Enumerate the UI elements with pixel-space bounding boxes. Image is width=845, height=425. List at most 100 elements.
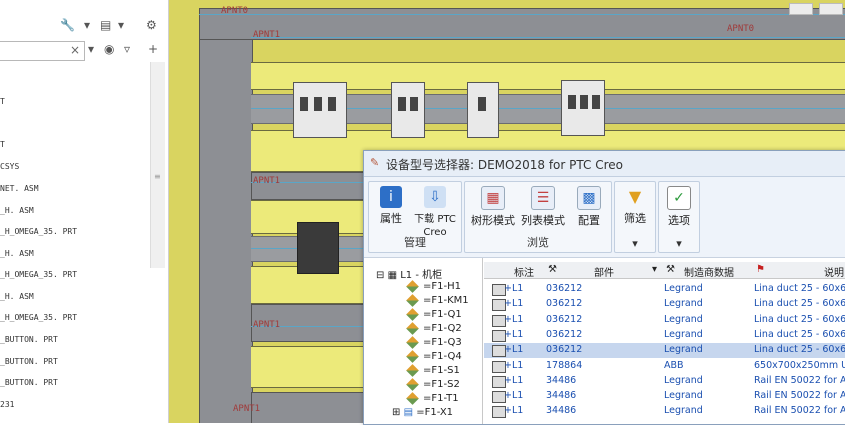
tree-item[interactable]: =F1-Q4: [406, 349, 462, 363]
tree-item[interactable]: _H_OMEGA_35. PRT: [0, 227, 77, 236]
tree-item[interactable]: NET. ASM: [0, 184, 39, 193]
column-header-description[interactable]: 说明: [824, 264, 844, 279]
cell-part: 34486: [546, 405, 577, 417]
tools-icon: ⚒: [666, 264, 675, 275]
zoom-icon[interactable]: [789, 3, 813, 15]
tree-item[interactable]: _BUTTON. PRT: [0, 378, 58, 387]
tree-mode-button[interactable]: ▦ 树形模式: [469, 186, 517, 228]
table-row[interactable]: +L1 036212 Legrand Lina duct 25 - 60x60: [484, 328, 845, 343]
table-row[interactable]: +L1 036212 Legrand Lina duct 25 - 60x60: [484, 343, 845, 359]
cell-description: 650x700x250mm Uni: [754, 359, 845, 371]
table-row[interactable]: +L1 036212 Legrand Lina duct 25 - 60x60: [484, 297, 845, 312]
parts-grid: 标注 ⚒ 部件 ▾ ⚒ 制造商数据 ⚑ 说明 +L1 036212 Legrand L…: [484, 258, 845, 424]
binoculars-icon[interactable]: ◉: [104, 42, 114, 56]
tree-item[interactable]: =F1-S1: [406, 363, 460, 377]
scroll-grip-icon[interactable]: ≡: [154, 172, 161, 182]
ribbon-group-browse: ▦ 树形模式 ☰ 列表模式 ▩ 配置 浏览: [464, 181, 612, 253]
tree-item[interactable]: =F1-H1: [406, 279, 461, 293]
cell-tag: +L1: [504, 344, 524, 356]
tree-item[interactable]: _H. ASM: [0, 292, 34, 301]
search-input[interactable]: ×: [0, 41, 85, 61]
tree-item[interactable]: _H. ASM: [0, 206, 34, 215]
cell-tag: +L1: [504, 328, 524, 340]
cell-part: 036212: [546, 313, 583, 325]
tree-item[interactable]: T: [0, 140, 5, 149]
cell-description: Rail EN 50022 for Alti: [754, 374, 845, 386]
tree-item[interactable]: CSYS: [0, 162, 19, 171]
clear-icon[interactable]: ×: [70, 43, 80, 57]
configure-button[interactable]: ▩ 配置: [571, 186, 607, 228]
datum-point-label: APNT1: [233, 404, 261, 414]
column-header-manufacturer[interactable]: 制造商数据: [684, 264, 734, 279]
download-ptc-creo-button[interactable]: ⇩ 下载 PTC Creo: [411, 186, 459, 238]
cell-description: Lina duct 25 - 60x60: [754, 283, 845, 294]
document-icon[interactable]: ▤: [100, 18, 111, 32]
device-icon: [406, 363, 419, 377]
expand-icon[interactable]: ⊞: [392, 407, 400, 418]
chevron-down-icon[interactable]: ▾: [118, 18, 124, 32]
cell-manufacturer: Legrand: [664, 405, 703, 417]
cell-description: Lina duct 25 - 60x60: [754, 313, 845, 325]
settings-icon[interactable]: ⚙: [146, 18, 157, 32]
scrollbar[interactable]: ≡: [150, 62, 165, 268]
tree-item[interactable]: =F1-KM1: [406, 293, 469, 307]
device-icon: [406, 391, 419, 405]
chevron-down-icon[interactable]: ▾: [88, 42, 94, 56]
table-row[interactable]: +L1 34486 Legrand Rail EN 50022 for Alti: [484, 389, 845, 404]
info-icon: i: [380, 186, 402, 208]
add-icon[interactable]: +: [148, 42, 158, 56]
table-row[interactable]: +L1 036212 Legrand Lina duct 25 - 60x60: [484, 282, 845, 297]
list-mode-icon: ☰: [531, 186, 555, 210]
circuit-breaker[interactable]: [293, 82, 347, 138]
pan-icon[interactable]: [819, 3, 843, 15]
device-icon: [406, 335, 419, 349]
chevron-down-icon[interactable]: ▾: [659, 237, 699, 250]
cell-tag: +L1: [504, 405, 524, 417]
datum-point-label: APNT0: [221, 6, 249, 16]
cell-manufacturer: Legrand: [664, 283, 703, 294]
table-row[interactable]: +L1 34486 Legrand Rail EN 50022 for Alti: [484, 374, 845, 389]
properties-button[interactable]: i 属性: [373, 186, 409, 226]
cabinet-icon: ▦: [387, 270, 398, 281]
tree-root[interactable]: ⊟ ▦ L1 - 机柜: [376, 266, 442, 281]
cell-manufacturer: Legrand: [664, 374, 703, 386]
column-header-tag[interactable]: 标注: [514, 264, 534, 279]
chevron-down-icon[interactable]: ▾: [615, 237, 655, 250]
flag-icon: ⚑: [756, 264, 765, 275]
filter-icon: ▼: [628, 187, 642, 206]
ribbon-group-label: 浏览: [527, 236, 549, 249]
tree-item[interactable]: =F1-Q1: [406, 307, 462, 321]
tree-item[interactable]: _BUTTON. PRT: [0, 357, 58, 366]
tree-item[interactable]: ⊞ ▤ =F1-X1: [392, 407, 453, 418]
ribbon-group-filter: ▼ 筛选 ▾: [614, 181, 656, 253]
collapse-icon[interactable]: ⊟: [376, 270, 384, 281]
tree-item[interactable]: _H_OMEGA_35. PRT: [0, 270, 77, 279]
tree-item[interactable]: T: [0, 97, 5, 106]
datum-point-label: APNT1: [253, 30, 281, 40]
tree-item[interactable]: =F1-Q2: [406, 321, 462, 335]
tree-item[interactable]: _H. ASM: [0, 249, 34, 258]
tree-item[interactable]: _BUTTON. PRT: [0, 335, 58, 344]
tree-item[interactable]: _H_OMEGA_35. PRT: [0, 313, 77, 322]
table-row[interactable]: +L1 036212 Legrand Lina duct 25 - 60x60: [484, 313, 845, 328]
circuit-breaker[interactable]: [391, 82, 425, 138]
contactor[interactable]: [297, 222, 339, 274]
tree-item[interactable]: =F1-T1: [406, 391, 459, 405]
list-mode-button[interactable]: ☰ 列表模式: [519, 186, 567, 228]
circuit-breaker[interactable]: [467, 82, 499, 138]
tree-item[interactable]: 231: [0, 400, 14, 409]
options-button[interactable]: ✓ 选项: [663, 186, 695, 228]
filter-icon[interactable]: ▿: [124, 42, 130, 56]
tree-item[interactable]: =F1-S2: [406, 377, 460, 391]
tree-item[interactable]: =F1-Q3: [406, 335, 462, 349]
chevron-down-icon[interactable]: ▾: [84, 18, 90, 32]
table-row[interactable]: +L1 34486 Legrand Rail EN 50022 for Alti: [484, 404, 845, 419]
tree-mode-icon: ▦: [481, 186, 505, 210]
circuit-breaker[interactable]: [561, 80, 605, 136]
ribbon-group-options: ✓ 选项 ▾: [658, 181, 700, 253]
table-row[interactable]: +L1 178864 ABB 650x700x250mm Uni: [484, 359, 845, 374]
column-header-part[interactable]: 部件: [594, 264, 614, 279]
filter-button[interactable]: ▼ 筛选: [619, 186, 651, 226]
dialog-titlebar[interactable]: ✎ 设备型号选择器: DEMO2018 for PTC Creo: [364, 151, 845, 177]
tools-icon[interactable]: 🔧: [60, 18, 75, 32]
